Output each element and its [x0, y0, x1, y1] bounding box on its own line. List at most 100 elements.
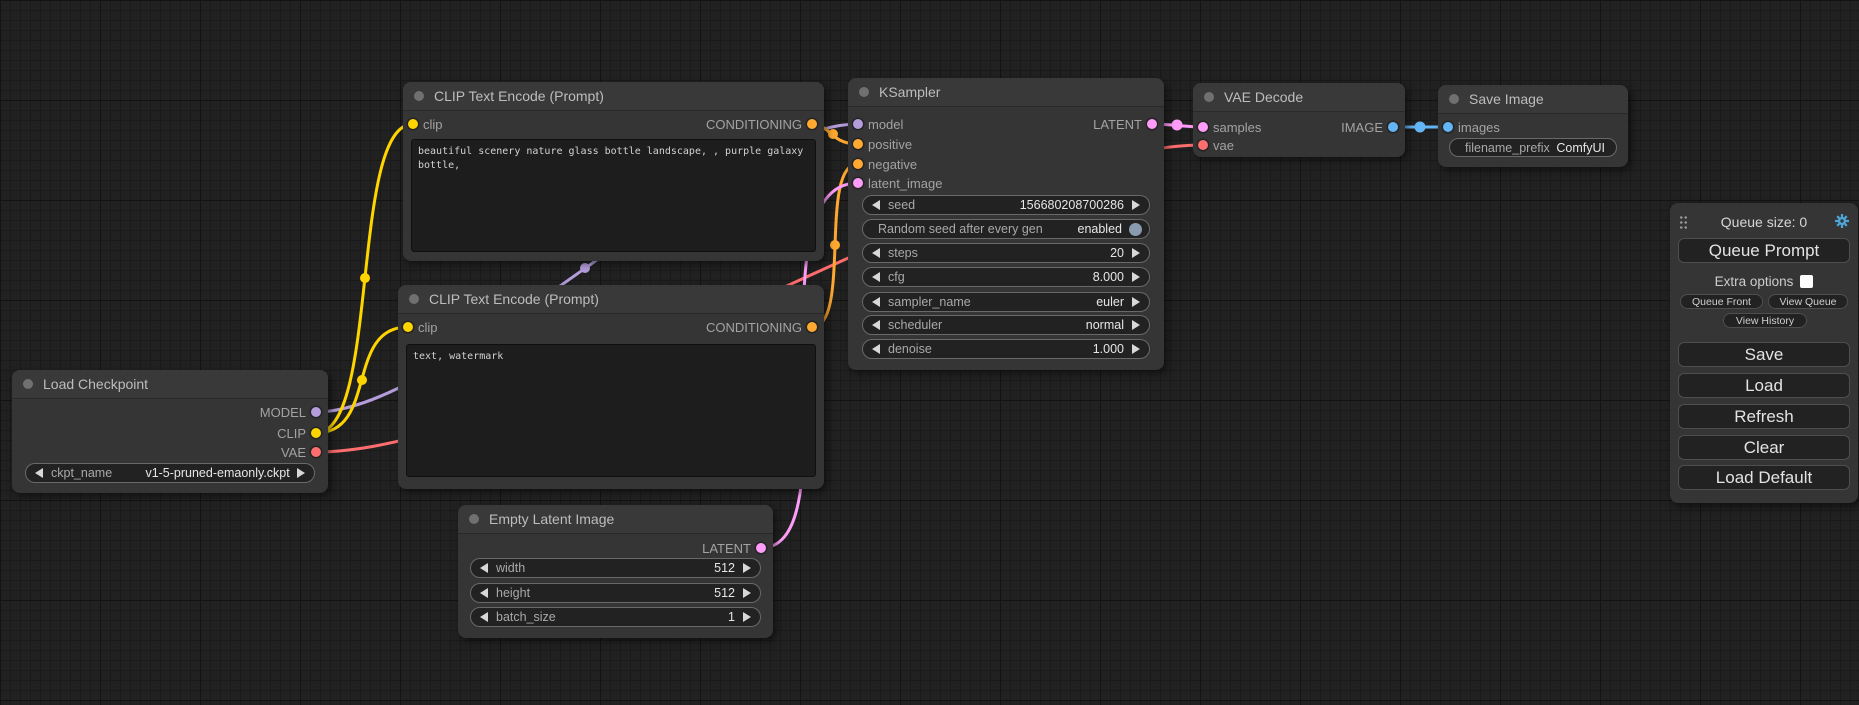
batch-size-widget[interactable]: batch_size 1: [470, 607, 761, 627]
refresh-button[interactable]: Refresh: [1678, 404, 1850, 429]
output-slot-image: IMAGE: [1341, 118, 1405, 136]
decrement-arrow-icon[interactable]: [480, 612, 488, 622]
latent-port-icon[interactable]: [853, 178, 863, 188]
node-ksampler[interactable]: KSampler model positive negative latent_…: [848, 78, 1164, 370]
output-slot-model: MODEL: [260, 403, 328, 421]
increment-arrow-icon[interactable]: [743, 563, 751, 573]
decrement-arrow-icon[interactable]: [872, 344, 880, 354]
height-widget[interactable]: height 512: [470, 583, 761, 603]
link-model-midpoint[interactable]: [580, 263, 590, 273]
collapse-dot-icon[interactable]: [1204, 92, 1214, 102]
latent-port-icon[interactable]: [1147, 119, 1157, 129]
conditioning-port-icon[interactable]: [853, 139, 863, 149]
model-port-icon[interactable]: [311, 407, 321, 417]
decrement-arrow-icon[interactable]: [480, 563, 488, 573]
decrement-arrow-icon[interactable]: [872, 272, 880, 282]
queue-front-button[interactable]: Queue Front: [1680, 294, 1763, 309]
node-title-bar[interactable]: Empty Latent Image: [458, 505, 773, 534]
collapse-dot-icon[interactable]: [469, 514, 479, 524]
view-queue-button[interactable]: View Queue: [1768, 294, 1848, 309]
node-title-bar[interactable]: VAE Decode: [1193, 83, 1405, 112]
increment-arrow-icon[interactable]: [1132, 344, 1140, 354]
link-clip-negative-midpoint[interactable]: [357, 375, 367, 385]
filename-prefix-widget[interactable]: filename_prefix ComfyUI: [1449, 138, 1617, 157]
increment-arrow-icon[interactable]: [743, 588, 751, 598]
widget-value: 512: [714, 561, 735, 575]
collapse-dot-icon[interactable]: [23, 379, 33, 389]
save-button[interactable]: Save: [1678, 342, 1850, 367]
decrement-arrow-icon[interactable]: [872, 200, 880, 210]
load-button[interactable]: Load: [1678, 373, 1850, 398]
image-port-icon[interactable]: [1443, 122, 1453, 132]
decrement-arrow-icon[interactable]: [872, 297, 880, 307]
image-port-icon[interactable]: [1388, 122, 1398, 132]
clear-button[interactable]: Clear: [1678, 435, 1850, 460]
collapse-dot-icon[interactable]: [859, 87, 869, 97]
conditioning-port-icon[interactable]: [807, 119, 817, 129]
link-image-midpoint[interactable]: [1415, 122, 1426, 133]
link-conditioning-negative-midpoint[interactable]: [830, 240, 840, 250]
scheduler-widget[interactable]: scheduler normal: [862, 315, 1150, 335]
collapse-dot-icon[interactable]: [409, 294, 419, 304]
load-default-button[interactable]: Load Default: [1678, 465, 1850, 490]
latent-port-icon[interactable]: [756, 543, 766, 553]
output-slot-conditioning: CONDITIONING: [706, 115, 824, 133]
vae-port-icon[interactable]: [311, 447, 321, 457]
node-title-bar[interactable]: CLIP Text Encode (Prompt): [403, 82, 824, 111]
ckpt-name-widget[interactable]: ckpt_name v1-5-pruned-emaonly.ckpt: [25, 463, 315, 483]
decrement-arrow-icon[interactable]: [872, 320, 880, 330]
node-title-bar[interactable]: Load Checkpoint: [12, 370, 328, 399]
widget-value: 8.000: [1093, 270, 1124, 284]
vae-port-icon[interactable]: [1198, 140, 1208, 150]
node-vae-decode[interactable]: VAE Decode samples vae IMAGE: [1193, 83, 1405, 157]
node-title-bar[interactable]: Save Image: [1438, 85, 1628, 114]
increment-arrow-icon[interactable]: [1132, 248, 1140, 258]
node-title-bar[interactable]: CLIP Text Encode (Prompt): [398, 285, 824, 314]
collapse-dot-icon[interactable]: [414, 91, 424, 101]
toggle-dot-icon[interactable]: [1129, 223, 1142, 236]
node-empty-latent-image[interactable]: Empty Latent Image LATENT width 512 heig…: [458, 505, 773, 638]
decrement-arrow-icon[interactable]: [480, 588, 488, 598]
decrement-arrow-icon[interactable]: [872, 248, 880, 258]
widget-value: v1-5-pruned-emaonly.ckpt: [119, 466, 289, 480]
view-history-button[interactable]: View History: [1723, 313, 1807, 328]
increment-arrow-icon[interactable]: [1132, 200, 1140, 210]
increment-arrow-icon[interactable]: [1132, 297, 1140, 307]
decrement-arrow-icon[interactable]: [35, 468, 43, 478]
node-clip-text-encode-negative[interactable]: CLIP Text Encode (Prompt) clip CONDITION…: [398, 285, 824, 489]
prompt-textarea[interactable]: beautiful scenery nature glass bottle la…: [411, 139, 816, 252]
node-load-checkpoint[interactable]: Load Checkpoint MODEL CLIP VAE ckpt_name…: [12, 370, 328, 493]
random-seed-toggle-widget[interactable]: Random seed after every gen enabled: [862, 219, 1150, 239]
node-title: Empty Latent Image: [489, 511, 614, 527]
collapse-dot-icon[interactable]: [1449, 94, 1459, 104]
cfg-widget[interactable]: cfg 8.000: [862, 267, 1150, 287]
settings-gear-icon[interactable]: [1834, 213, 1850, 229]
clip-port-icon[interactable]: [403, 322, 413, 332]
link-latent-vae-midpoint[interactable]: [1172, 120, 1183, 131]
denoise-widget[interactable]: denoise 1.000: [862, 339, 1150, 359]
node-save-image[interactable]: Save Image images filename_prefix ComfyU…: [1438, 85, 1628, 167]
increment-arrow-icon[interactable]: [1132, 272, 1140, 282]
clip-port-icon[interactable]: [408, 119, 418, 129]
conditioning-port-icon[interactable]: [807, 322, 817, 332]
link-conditioning-positive-midpoint[interactable]: [828, 129, 838, 139]
extra-options-checkbox[interactable]: [1800, 275, 1813, 288]
node-clip-text-encode-positive[interactable]: CLIP Text Encode (Prompt) clip CONDITION…: [403, 82, 824, 261]
increment-arrow-icon[interactable]: [297, 468, 305, 478]
increment-arrow-icon[interactable]: [743, 612, 751, 622]
clip-port-icon[interactable]: [311, 428, 321, 438]
output-slot-vae: VAE: [281, 443, 328, 461]
seed-widget[interactable]: seed 156680208700286: [862, 195, 1150, 215]
link-clip-positive-midpoint[interactable]: [360, 273, 370, 283]
model-port-icon[interactable]: [853, 119, 863, 129]
latent-port-icon[interactable]: [1198, 122, 1208, 132]
comfyui-canvas[interactable]: Load Checkpoint MODEL CLIP VAE ckpt_name…: [0, 0, 1859, 705]
increment-arrow-icon[interactable]: [1132, 320, 1140, 330]
node-title-bar[interactable]: KSampler: [848, 78, 1164, 107]
steps-widget[interactable]: steps 20: [862, 243, 1150, 263]
prompt-textarea[interactable]: text, watermark: [406, 344, 816, 477]
queue-prompt-button[interactable]: Queue Prompt: [1678, 238, 1850, 263]
width-widget[interactable]: width 512: [470, 558, 761, 578]
conditioning-port-icon[interactable]: [853, 159, 863, 169]
sampler-name-widget[interactable]: sampler_name euler: [862, 292, 1150, 312]
